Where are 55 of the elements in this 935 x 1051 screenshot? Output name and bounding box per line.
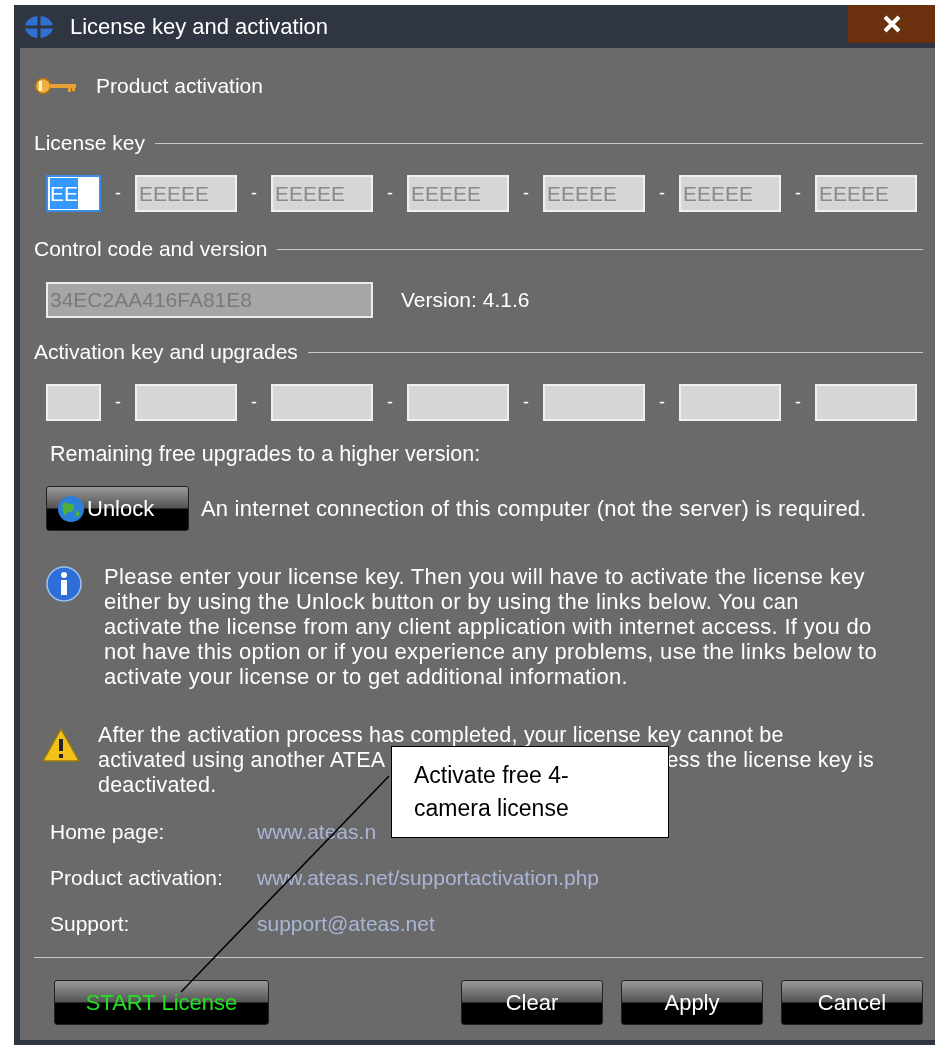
- warning-icon: [42, 727, 80, 763]
- input-field[interactable]: [679, 384, 781, 421]
- dash-separator: -: [794, 182, 802, 205]
- input-field[interactable]: EEEEE: [407, 175, 509, 212]
- input-field[interactable]: [135, 384, 237, 421]
- link[interactable]: support@ateas.net: [257, 908, 435, 940]
- group-label: License key: [34, 130, 145, 157]
- section-header: Product activation: [96, 73, 263, 100]
- group-label: Activation key and upgrades: [34, 339, 298, 366]
- dialog-button[interactable]: Cancel: [781, 980, 923, 1025]
- app-icon: [24, 14, 54, 39]
- input-field[interactable]: EEEEE: [679, 175, 781, 212]
- warning-text: activated using another ATEA: [98, 748, 386, 773]
- link-label: Home page:: [50, 819, 166, 846]
- input-field[interactable]: [271, 384, 373, 421]
- callout-text: Activate free 4-camera license: [414, 761, 570, 823]
- dash-separator: -: [386, 391, 394, 414]
- upgrades-note: Remaining free upgrades to a higher version:: [50, 441, 482, 468]
- dash-separator: -: [658, 391, 666, 414]
- link-label: Product activation:: [50, 865, 224, 892]
- input-field[interactable]: [543, 384, 645, 421]
- input-field[interactable]: EEEEE: [271, 175, 373, 212]
- globe-icon: [57, 494, 85, 523]
- link-label: Support:: [50, 911, 131, 938]
- dash-separator: -: [114, 391, 122, 414]
- dash-separator: -: [114, 182, 122, 205]
- key-icon: [34, 77, 78, 95]
- dialog-button[interactable]: Apply: [621, 980, 763, 1025]
- input-field[interactable]: EEEEE: [815, 175, 917, 212]
- close-icon: [882, 15, 901, 33]
- version-label: Version: 4.1.6: [401, 287, 530, 314]
- input-field[interactable]: EEEEE: [135, 175, 237, 212]
- warning-text: deactivated.: [98, 773, 217, 798]
- dash-separator: -: [250, 391, 258, 414]
- dash-separator: -: [794, 391, 802, 414]
- input-field[interactable]: [407, 384, 509, 421]
- input-field[interactable]: [46, 384, 101, 421]
- unlock-note: An internet connection of this computer (not the server) is required.: [201, 495, 867, 523]
- input-field[interactable]: EE: [46, 175, 101, 212]
- dash-separator: -: [250, 182, 258, 205]
- close-button[interactable]: [848, 5, 935, 43]
- input-field[interactable]: [815, 384, 917, 421]
- dash-separator: -: [658, 182, 666, 205]
- group-label: Control code and version: [34, 236, 268, 263]
- unlock-button[interactable]: Unlock: [46, 486, 189, 531]
- dialog-button[interactable]: Clear: [461, 980, 603, 1025]
- input-field[interactable]: EEEEE: [543, 175, 645, 212]
- dash-separator: -: [386, 182, 394, 205]
- window-title: License key and activation: [70, 13, 329, 41]
- warning-text: After the activation process has completed, your license key cannot be: [98, 723, 784, 748]
- dash-separator: -: [522, 391, 530, 414]
- info-text: Please enter your license key. Then you will have to activate the license key either by using the Unlock button or by using the links below. You can activate the license from any client application with internet access. If you do not have this option or if you experience any problems, use the links below to activate your license or to get additional information.: [104, 564, 879, 689]
- dash-separator: -: [522, 182, 530, 205]
- info-icon: [46, 566, 82, 602]
- start-license-button[interactable]: START License: [54, 980, 269, 1025]
